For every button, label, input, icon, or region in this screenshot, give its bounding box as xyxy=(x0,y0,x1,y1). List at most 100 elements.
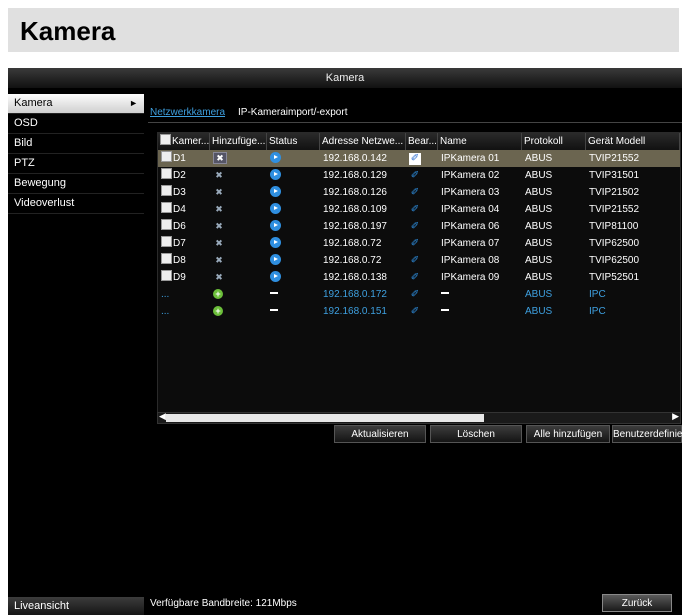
edit-cell[interactable]: ✐ xyxy=(409,218,438,235)
edit-pencil-icon[interactable]: ✐ xyxy=(409,255,421,267)
add-cell[interactable]: ✖ xyxy=(213,252,267,269)
edit-cell[interactable]: ✐ xyxy=(409,150,438,167)
camera-cell[interactable]: D4 xyxy=(161,201,210,218)
status-cell[interactable] xyxy=(270,167,320,184)
delete-camera-icon[interactable]: ✖ xyxy=(213,255,225,265)
tab-ip-camera-import-export[interactable]: IP-Kameraimport/-export xyxy=(238,107,347,118)
sidebar-item-osd[interactable]: OSD xyxy=(8,114,144,134)
live-view-button[interactable]: Liveansicht xyxy=(8,597,144,615)
table-row[interactable]: D9 ✖ 192.168.0.138 ✐ IPKamera 09 ABUS TVIP5250… xyxy=(158,269,680,286)
add-camera-icon[interactable]: + xyxy=(213,306,223,316)
col-status[interactable]: Status xyxy=(267,133,320,150)
table-row[interactable]: D7 ✖ 192.168.0.72 ✐ IPKamera 07 ABUS TVIP62500 xyxy=(158,235,680,252)
delete-camera-icon[interactable]: ✖ xyxy=(213,170,225,180)
add-cell[interactable]: ✖ xyxy=(213,235,267,252)
edit-cell[interactable]: ✐ xyxy=(409,184,438,201)
tab-network-camera[interactable]: Netzwerkkamera xyxy=(150,107,225,118)
status-cell[interactable] xyxy=(270,252,320,269)
edit-pencil-icon[interactable]: ✐ xyxy=(409,272,421,284)
add-cell[interactable]: + xyxy=(213,286,267,303)
select-all-checkbox[interactable] xyxy=(160,134,171,145)
edit-cell[interactable]: ✐ xyxy=(409,167,438,184)
table-row-discovered[interactable]: ... +192.168.0.151 ✐ ABUS IPC xyxy=(158,303,680,320)
row-checkbox[interactable] xyxy=(161,219,172,230)
add-cell[interactable]: ✖ xyxy=(213,218,267,235)
edit-pencil-icon[interactable]: ✐ xyxy=(409,204,421,216)
sidebar-item-kamera[interactable]: Kamera ► xyxy=(8,94,144,114)
add-cell[interactable]: + xyxy=(213,303,267,320)
col-edit[interactable]: Bear... xyxy=(406,133,438,150)
play-status-icon[interactable] xyxy=(270,203,281,214)
camera-cell[interactable]: D8 xyxy=(161,252,210,269)
delete-camera-icon[interactable]: ✖ xyxy=(213,238,225,248)
add-cell[interactable]: ✖ xyxy=(213,167,267,184)
table-row[interactable]: D2 ✖ 192.168.0.129 ✐ IPKamera 02 ABUS TVIP3150… xyxy=(158,167,680,184)
table-row[interactable]: D6 ✖ 192.168.0.197 ✐ IPKamera 06 ABUS TVIP8110… xyxy=(158,218,680,235)
col-camera[interactable]: Kamer... xyxy=(158,133,210,150)
camera-cell[interactable]: D2 xyxy=(161,167,210,184)
scrollbar-thumb[interactable] xyxy=(166,414,484,422)
row-checkbox[interactable] xyxy=(161,202,172,213)
table-row-discovered[interactable]: ... +192.168.0.172 ✐ ABUS IPC xyxy=(158,286,680,303)
add-camera-icon[interactable]: + xyxy=(213,289,223,299)
row-checkbox[interactable] xyxy=(161,236,172,247)
camera-cell[interactable]: D6 xyxy=(161,218,210,235)
row-checkbox[interactable] xyxy=(161,270,172,281)
camera-cell[interactable]: D3 xyxy=(161,184,210,201)
add-cell[interactable]: ✖ xyxy=(213,150,267,167)
edit-pencil-icon[interactable]: ✐ xyxy=(409,238,421,250)
camera-cell[interactable]: D1 xyxy=(161,150,210,167)
edit-cell[interactable]: ✐ xyxy=(409,201,438,218)
delete-camera-icon[interactable]: ✖ xyxy=(213,187,225,197)
add-cell[interactable]: ✖ xyxy=(213,184,267,201)
row-checkbox[interactable] xyxy=(161,185,172,196)
status-cell[interactable] xyxy=(270,235,320,252)
table-row[interactable]: D4 ✖ 192.168.0.109 ✐ IPKamera 04 ABUS TVIP2155… xyxy=(158,201,680,218)
play-status-icon[interactable] xyxy=(270,237,281,248)
col-protocol[interactable]: Protokoll xyxy=(522,133,586,150)
col-model[interactable]: Gerät Modell xyxy=(586,133,680,150)
table-row[interactable]: D1 ✖ 192.168.0.142 ✐ IPKamera 01 ABUS TVIP2155… xyxy=(158,150,680,167)
edit-pencil-icon[interactable]: ✐ xyxy=(409,187,421,199)
sidebar-item-bewegung[interactable]: Bewegung xyxy=(8,174,144,194)
status-cell[interactable] xyxy=(270,184,320,201)
edit-cell[interactable]: ✐ xyxy=(409,286,438,303)
row-checkbox[interactable] xyxy=(161,151,172,162)
status-cell[interactable] xyxy=(270,218,320,235)
horizontal-scrollbar[interactable]: ◀ ▶ xyxy=(157,411,681,424)
row-checkbox[interactable] xyxy=(161,253,172,264)
status-cell[interactable] xyxy=(270,201,320,218)
edit-pencil-icon[interactable]: ✐ xyxy=(409,289,421,301)
edit-cell[interactable]: ✐ xyxy=(409,235,438,252)
play-status-icon[interactable] xyxy=(270,169,281,180)
delete-camera-icon[interactable]: ✖ xyxy=(213,204,225,214)
play-status-icon[interactable] xyxy=(270,254,281,265)
delete-camera-icon[interactable]: ✖ xyxy=(213,272,225,282)
table-row[interactable]: D3 ✖ 192.168.0.126 ✐ IPKamera 03 ABUS TVIP2150… xyxy=(158,184,680,201)
col-add[interactable]: Hinzufüge... xyxy=(210,133,267,150)
scroll-right-icon[interactable]: ▶ xyxy=(672,411,679,422)
camera-cell[interactable]: D7 xyxy=(161,235,210,252)
play-status-icon[interactable] xyxy=(270,220,281,231)
sidebar-item-ptz[interactable]: PTZ xyxy=(8,154,144,174)
status-cell[interactable] xyxy=(270,150,320,167)
col-name[interactable]: Name xyxy=(438,133,522,150)
play-status-icon[interactable] xyxy=(270,186,281,197)
edit-cell[interactable]: ✐ xyxy=(409,252,438,269)
edit-cell[interactable]: ✐ xyxy=(409,269,438,286)
col-address[interactable]: Adresse Netzwe... xyxy=(320,133,406,150)
add-cell[interactable]: ✖ xyxy=(213,201,267,218)
delete-camera-icon[interactable]: ✖ xyxy=(213,152,227,164)
edit-pencil-icon[interactable]: ✐ xyxy=(409,221,421,233)
sidebar-item-videoverlust[interactable]: Videoverlust xyxy=(8,194,144,214)
edit-cell[interactable]: ✐ xyxy=(409,303,438,320)
edit-pencil-icon[interactable]: ✐ xyxy=(409,153,421,165)
edit-pencil-icon[interactable]: ✐ xyxy=(409,170,421,182)
row-checkbox[interactable] xyxy=(161,168,172,179)
add-cell[interactable]: ✖ xyxy=(213,269,267,286)
custom-add-button[interactable]: Benutzerdefinier... xyxy=(612,425,687,443)
edit-pencil-icon[interactable]: ✐ xyxy=(409,306,421,318)
camera-cell[interactable]: D9 xyxy=(161,269,210,286)
delete-button[interactable]: Löschen xyxy=(430,425,522,443)
add-all-button[interactable]: Alle hinzufügen xyxy=(526,425,610,443)
